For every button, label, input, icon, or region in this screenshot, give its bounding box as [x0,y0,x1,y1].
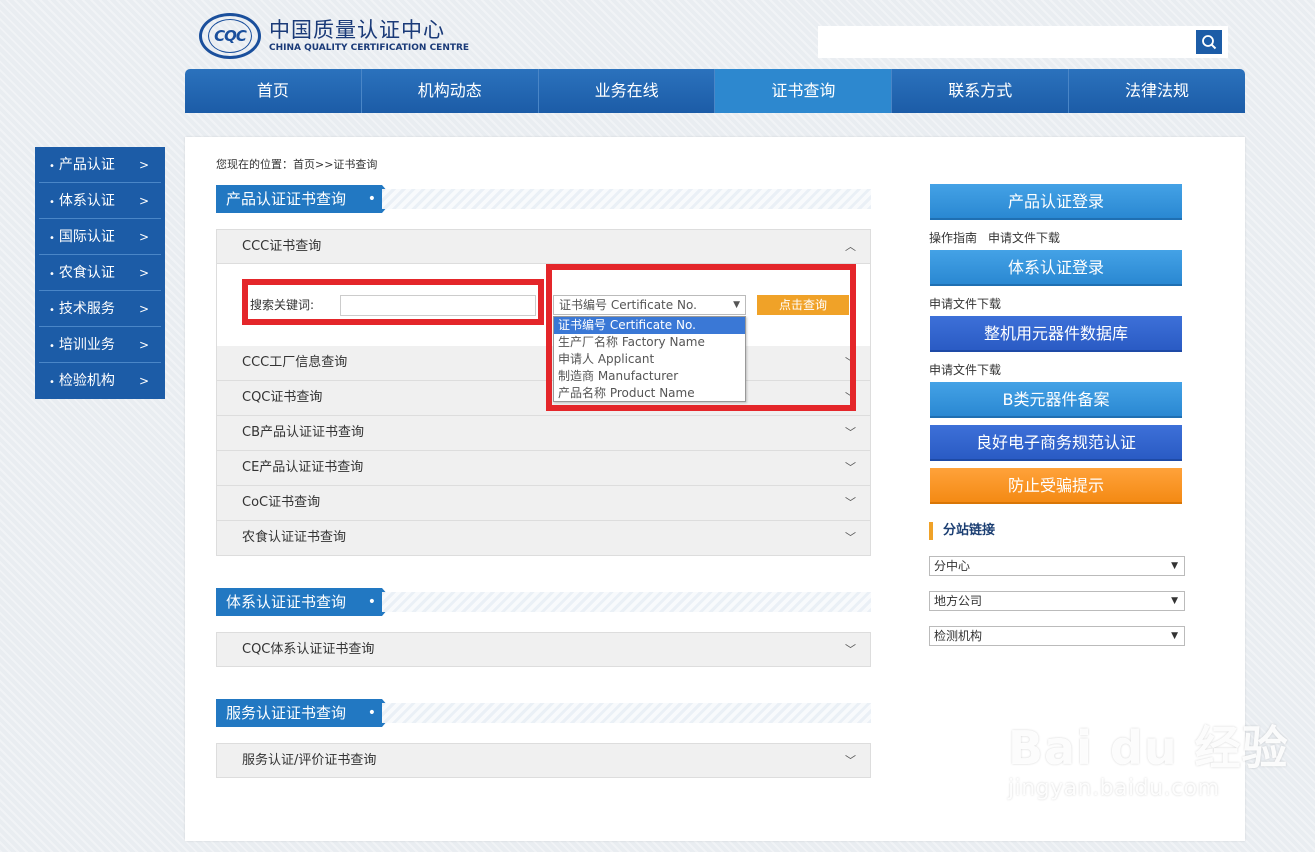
accordion-service[interactable]: 服务认证/评价证书查询 ﹀ [216,743,871,778]
section-title: 服务认证证书查询 [226,704,347,722]
bullet-icon: • [49,341,55,352]
bullet-icon: • [49,161,55,172]
left-menu-item[interactable]: • 检验机构 > [39,363,161,399]
left-menu-item[interactable]: • 国际认证 > [39,219,161,255]
anti-fraud-button[interactable]: 防止受骗提示 [930,468,1182,504]
download-link[interactable]: 申请文件下载 [929,363,1001,377]
chevron-right-icon: > [138,230,149,244]
logo-english-name: CHINA QUALITY CERTIFICATION CENTRE [269,43,470,53]
search-button[interactable] [1196,30,1222,54]
search-input[interactable] [818,27,1196,57]
guide-link[interactable]: 操作指南 [929,231,977,245]
branch-select-center[interactable]: 分中心 ▼ [929,556,1185,576]
nav-contact[interactable]: 联系方式 [892,69,1070,113]
left-menu: • 产品认证 > • 体系认证 > • 国际认证 > • 农食认证 > • 技术服务 > • 培训业务… [35,147,165,399]
accordion-coc[interactable]: CoC证书查询 ﹀ [216,486,871,521]
dropdown-arrow-icon: ▼ [1171,631,1178,641]
main-nav: 首页 机构动态 业务在线 证书查询 联系方式 法律法规 [185,69,1245,113]
bullet-icon: • [367,594,376,610]
bullet-icon: • [49,377,55,388]
chevron-down-icon: ﹀ [845,531,856,544]
system-cert-links: 申请文件下载 [929,295,1012,312]
logo-chinese-name: 中国质量认证中心 [269,18,445,42]
baidu-watermark: Bai du 经验 jingyan.baidu.com [1008,721,1289,801]
download-link[interactable]: 申请文件下载 [929,297,1001,311]
chevron-right-icon: > [138,194,149,208]
accordion-agri-food[interactable]: 农食认证证书查询 ﹀ [216,521,871,556]
branch-links-title: 分站链接 [929,522,1183,540]
section-header-product: 产品认证证书查询 • [216,185,871,213]
chevron-up-icon: ︿ [845,240,856,253]
left-menu-item[interactable]: • 产品认证 > [39,147,161,183]
dropdown-arrow-icon: ▼ [1171,596,1178,606]
bullet-icon: • [367,191,376,207]
system-cert-login-button[interactable]: 体系认证登录 [930,250,1182,286]
cqc-logo-mark: CQC [199,13,261,59]
left-menu-item[interactable]: • 培训业务 > [39,327,161,363]
accordion-ce[interactable]: CE产品认证证书查询 ﹀ [216,451,871,486]
bullet-icon: • [49,269,55,280]
section-title: 产品认证证书查询 [226,190,347,208]
chevron-right-icon: > [138,302,149,316]
product-cert-links: 操作指南 申请文件下载 [929,229,1071,246]
bullet-icon: • [49,305,55,316]
chevron-down-icon: ﹀ [845,754,856,767]
nav-home[interactable]: 首页 [185,69,362,113]
dropdown-arrow-icon: ▼ [1171,561,1178,571]
search-icon [1202,35,1217,50]
ecommerce-cert-button[interactable]: 良好电子商务规范认证 [930,425,1182,461]
chevron-down-icon: ﹀ [845,461,856,474]
component-links: 申请文件下载 [929,361,1012,378]
chevron-down-icon: ﹀ [845,496,856,509]
chevron-right-icon: > [138,338,149,352]
highlight-box-options [546,264,856,411]
branch-select-labs[interactable]: 检测机构 ▼ [929,626,1185,646]
left-menu-item[interactable]: • 技术服务 > [39,291,161,327]
accordion-cb[interactable]: CB产品认证证书查询 ﹀ [216,416,871,451]
nav-news[interactable]: 机构动态 [362,69,539,113]
product-cert-login-button[interactable]: 产品认证登录 [930,184,1182,220]
bullet-icon: • [49,197,55,208]
left-menu-item[interactable]: • 体系认证 > [39,183,161,219]
section-header-system: 体系认证证书查询 • [216,588,871,616]
chevron-right-icon: > [138,266,149,280]
bullet-icon: • [49,233,55,244]
accordion-ccc[interactable]: CCC证书查询 ︿ [216,229,871,264]
download-link[interactable]: 申请文件下载 [988,231,1060,245]
branch-select-local[interactable]: 地方公司 ▼ [929,591,1185,611]
chevron-right-icon: > [138,158,149,172]
bullet-icon: • [367,705,376,721]
chevron-down-icon: ﹀ [845,643,856,656]
section-title: 体系认证证书查询 [226,593,347,611]
logo-text: 中国质量认证中心 CHINA QUALITY CERTIFICATION CEN… [269,18,469,54]
breadcrumb: 您现在的位置：首页>>证书查询 [216,158,378,171]
nav-laws[interactable]: 法律法规 [1069,69,1245,113]
chevron-down-icon: ﹀ [845,426,856,439]
left-menu-item[interactable]: • 农食认证 > [39,255,161,291]
nav-certificate-query[interactable]: 证书查询 [715,69,893,113]
nav-business-online[interactable]: 业务在线 [539,69,716,113]
accordion-cqc-system[interactable]: CQC体系认证证书查询 ﹀ [216,632,871,667]
site-search [818,26,1228,58]
highlight-box-keyword [242,279,544,325]
chevron-right-icon: > [138,374,149,388]
section-header-service: 服务认证证书查询 • [216,699,871,727]
component-database-button[interactable]: 整机用元器件数据库 [930,316,1182,352]
cqc-logo[interactable]: CQC 中国质量认证中心 CHINA QUALITY CERTIFICATION… [199,13,469,59]
b-class-filing-button[interactable]: B类元器件备案 [930,382,1182,418]
